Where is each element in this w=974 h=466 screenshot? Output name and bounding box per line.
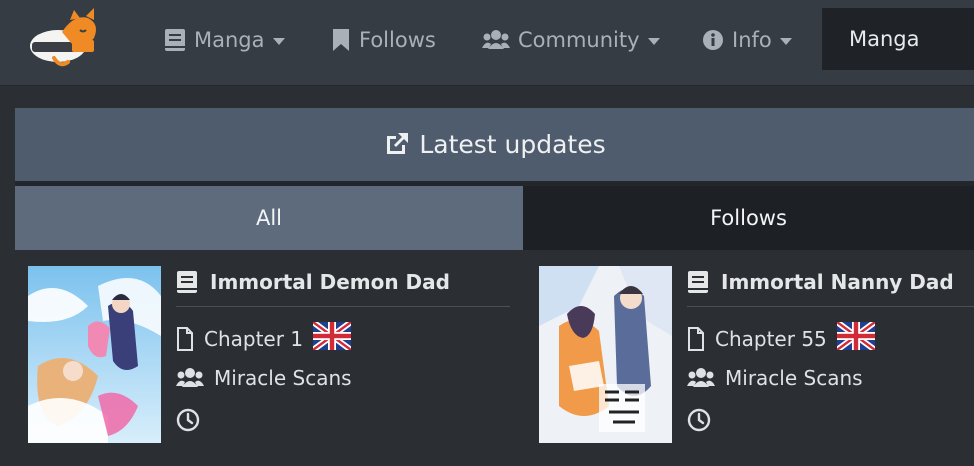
tab-follows[interactable]: Follows — [523, 186, 974, 250]
tab-all[interactable]: All — [15, 186, 523, 250]
search-value: Manga — [849, 27, 920, 51]
tab-all-label: All — [255, 206, 283, 230]
clock-icon — [687, 408, 711, 432]
scanlation-group-link[interactable]: Miracle Scans — [687, 366, 863, 390]
chapter-label: Chapter 1 — [204, 326, 304, 351]
clock-icon — [176, 408, 200, 432]
book-icon — [177, 271, 197, 293]
nav-info-label: Info — [732, 28, 772, 52]
users-icon — [687, 368, 715, 387]
update-time — [176, 408, 210, 432]
manga-title-link[interactable]: Immortal Demon Dad — [176, 270, 450, 294]
nav-follows-link[interactable]: Follows — [331, 24, 436, 56]
nav-manga-label: Manga — [194, 28, 265, 52]
nav-community-dropdown[interactable]: Community — [482, 24, 660, 56]
uk-flag-icon — [311, 319, 353, 355]
book-icon — [688, 271, 708, 293]
chevron-down-icon — [272, 37, 285, 45]
uk-flag-icon — [835, 319, 877, 355]
group-name: Miracle Scans — [725, 366, 863, 390]
chevron-down-icon — [779, 37, 792, 45]
panel-title: Latest updates — [419, 130, 606, 159]
panel-header: Latest updates — [15, 108, 974, 181]
manga-cover-image[interactable] — [28, 266, 161, 443]
chevron-down-icon — [647, 37, 660, 45]
search-input[interactable]: Manga — [822, 8, 974, 70]
divider — [176, 306, 510, 307]
chapter-link[interactable]: Chapter 1 — [176, 319, 353, 355]
manga-title: Immortal Demon Dad — [210, 270, 450, 294]
update-time — [687, 408, 721, 432]
nav-manga-dropdown[interactable]: Manga — [164, 24, 285, 56]
cat-logo-icon — [30, 8, 96, 67]
group-name: Miracle Scans — [214, 366, 352, 390]
list-item: Immortal Nanny Dad Chapter 55 Miracle Sc… — [539, 250, 974, 466]
info-icon — [703, 30, 723, 50]
latest-updates-panel: Latest updates All Follows Immortal Demo… — [15, 108, 974, 466]
site-logo[interactable] — [28, 8, 102, 70]
cover-art-image — [539, 266, 672, 443]
file-icon — [688, 326, 704, 351]
users-icon — [176, 368, 204, 387]
manga-title: Immortal Nanny Dad — [721, 270, 954, 294]
nav-community-label: Community — [518, 28, 640, 52]
updates-list: Immortal Demon Dad Chapter 1 Miracle Sca… — [15, 250, 974, 466]
nav-info-dropdown[interactable]: Info — [702, 24, 792, 56]
divider — [687, 306, 974, 307]
chapter-link[interactable]: Chapter 55 — [687, 319, 877, 355]
nav-follows-label: Follows — [359, 28, 436, 52]
book-icon — [165, 29, 185, 51]
cover-art-image — [28, 266, 161, 443]
bookmark-icon — [333, 29, 349, 51]
chapter-label: Chapter 55 — [715, 326, 827, 351]
scanlation-group-link[interactable]: Miracle Scans — [176, 366, 352, 390]
top-navbar: Manga Follows Community Info Manga — [0, 0, 974, 86]
external-link-icon — [387, 132, 409, 154]
file-icon — [177, 326, 193, 351]
users-icon — [482, 30, 510, 49]
tab-follows-label: Follows — [710, 206, 787, 230]
manga-title-link[interactable]: Immortal Nanny Dad — [687, 270, 954, 294]
list-item: Immortal Demon Dad Chapter 1 Miracle Sca… — [28, 250, 528, 466]
manga-cover-image[interactable] — [539, 266, 672, 443]
